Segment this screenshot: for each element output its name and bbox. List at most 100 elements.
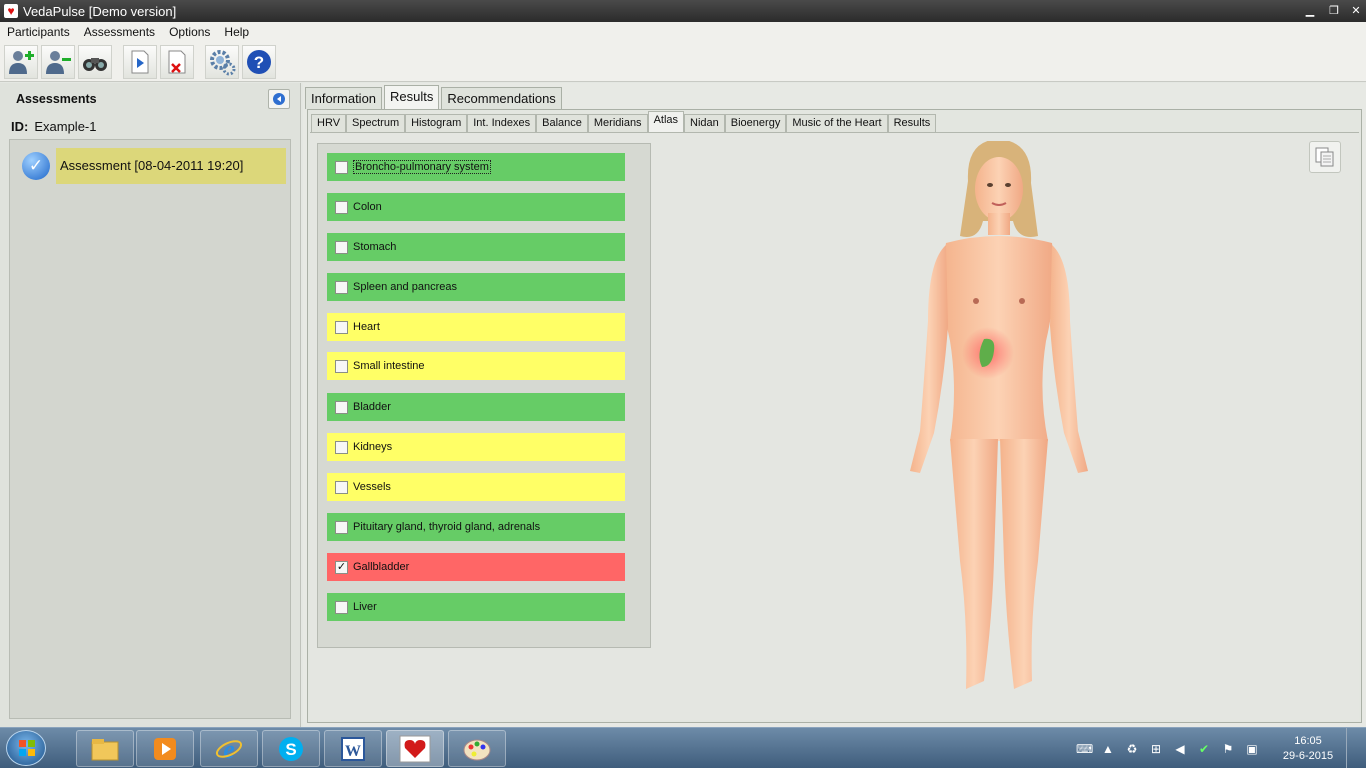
network-check-icon[interactable]: ✔: [1196, 741, 1212, 757]
subtab-results[interactable]: Results: [887, 114, 937, 132]
organ-row-pituitary-thyroid-adrenals[interactable]: Pituitary gland, thyroid gland, adrenals: [327, 513, 625, 541]
organ-label: Spleen and pancreas: [353, 281, 457, 293]
organ-checkbox[interactable]: [335, 240, 348, 254]
subtab-atlas[interactable]: Atlas: [647, 111, 685, 132]
organ-row-kidneys[interactable]: Kidneys: [327, 433, 625, 461]
menu-help[interactable]: Help: [217, 22, 256, 42]
organ-checkbox[interactable]: [335, 320, 348, 334]
binoculars-icon: [83, 57, 107, 71]
title-bar: ♥ VedaPulse [Demo version] ▁ ❐ ✕: [0, 0, 1366, 22]
internet-explorer-icon: e: [215, 735, 243, 764]
vedapulse-heart-icon: ♥: [4, 4, 18, 18]
organ-row-vessels[interactable]: Vessels: [327, 473, 625, 501]
taskbar-vedapulse[interactable]: [386, 730, 444, 767]
subtab-int-indexes[interactable]: Int. Indexes: [467, 114, 537, 132]
help-button[interactable]: ?: [242, 44, 276, 79]
organ-checkbox[interactable]: [335, 440, 348, 454]
organ-row-gallbladder[interactable]: ✓ Gallbladder: [327, 553, 625, 581]
organ-row-stomach[interactable]: Stomach: [327, 233, 625, 261]
taskbar-word[interactable]: W: [324, 730, 382, 767]
windows-flag-icon[interactable]: ⊞: [1148, 741, 1164, 757]
organ-row-liver[interactable]: Liver: [327, 593, 625, 621]
assessments-panel: Assessments ID: Example-1 ✓ Assessment […: [0, 83, 301, 727]
taskbar-media-player[interactable]: [136, 730, 194, 767]
organ-row-broncho-pulmonary[interactable]: Broncho-pulmonary system: [327, 153, 625, 181]
organ-checkbox[interactable]: [335, 200, 348, 214]
copy-image-button[interactable]: [1309, 141, 1341, 173]
menu-options[interactable]: Options: [162, 22, 217, 42]
organ-checkbox[interactable]: [335, 400, 348, 414]
remove-participant-button[interactable]: [41, 44, 75, 79]
start-button[interactable]: [6, 730, 46, 766]
taskbar-skype[interactable]: S: [262, 730, 320, 767]
organ-checkbox[interactable]: [335, 600, 348, 614]
play-document-icon: [131, 50, 149, 73]
main-tabs: Information Results Recommendations: [305, 85, 564, 109]
organ-checkbox-checked[interactable]: ✓: [335, 560, 348, 574]
action-center-flag-icon[interactable]: ⚑: [1220, 741, 1236, 757]
organ-checkbox[interactable]: [335, 160, 348, 174]
taskbar-paint[interactable]: [448, 730, 506, 767]
organ-checkbox[interactable]: [335, 480, 348, 494]
subtab-hrv[interactable]: HRV: [311, 114, 347, 132]
collapse-panel-button[interactable]: [268, 89, 290, 109]
start-assessment-button[interactable]: [123, 44, 157, 79]
subtab-bioenergy[interactable]: Bioenergy: [724, 114, 787, 132]
organ-list: Broncho-pulmonary system Colon Stomach S…: [317, 143, 651, 648]
id-value: Example-1: [34, 118, 97, 134]
word-icon: W: [341, 736, 365, 761]
organ-row-heart[interactable]: Heart: [327, 313, 625, 341]
subtab-meridians[interactable]: Meridians: [587, 114, 648, 132]
svg-text:?: ?: [254, 53, 264, 72]
atlas-pane: Broncho-pulmonary system Colon Stomach S…: [310, 132, 1359, 720]
tab-results[interactable]: Results: [384, 85, 440, 109]
assessment-item[interactable]: ✓ Assessment [08-04-2011 19:20]: [22, 148, 286, 184]
show-desktop-button[interactable]: [1346, 728, 1358, 768]
organ-label: Pituitary gland, thyroid gland, adrenals: [353, 521, 541, 533]
assessment-tree: ✓ Assessment [08-04-2011 19:20]: [9, 139, 291, 719]
toolbar: ?: [0, 42, 1366, 82]
close-button[interactable]: ✕: [1344, 2, 1366, 20]
settings-button[interactable]: [205, 44, 239, 79]
results-sub-tabs: HRV Spectrum Histogram Int. Indexes Bala…: [311, 111, 937, 132]
organ-row-small-intestine[interactable]: Small intestine: [327, 352, 625, 380]
organ-checkbox[interactable]: [335, 520, 348, 534]
add-participant-button[interactable]: [4, 44, 38, 79]
organ-row-bladder[interactable]: Bladder: [327, 393, 625, 421]
subtab-spectrum[interactable]: Spectrum: [346, 114, 406, 132]
usb-device-icon[interactable]: ▣: [1244, 741, 1260, 757]
organ-checkbox[interactable]: [335, 280, 348, 294]
tab-information[interactable]: Information: [305, 87, 383, 109]
subtab-music-of-the-heart[interactable]: Music of the Heart: [786, 114, 888, 132]
delete-assessment-button[interactable]: [160, 44, 194, 79]
taskbar-explorer[interactable]: [76, 730, 134, 767]
svg-text:e: e: [223, 735, 235, 764]
menu-participants[interactable]: Participants: [0, 22, 77, 42]
organ-row-spleen-pancreas[interactable]: Spleen and pancreas: [327, 273, 625, 301]
results-frame: HRV Spectrum Histogram Int. Indexes Bala…: [307, 109, 1362, 723]
svg-text:W: W: [345, 743, 361, 760]
system-tray: ⌨ ▲ ♻ ⊞ ◀ ✔ ⚑ ▣ 16:05 29-6-2015: [1076, 728, 1358, 768]
search-button[interactable]: [78, 44, 112, 79]
subtab-nidan[interactable]: Nidan: [684, 114, 725, 132]
clock[interactable]: 16:05 29-6-2015: [1278, 734, 1338, 764]
recycle-icon[interactable]: ♻: [1124, 741, 1140, 757]
taskbar-internet-explorer[interactable]: e: [200, 730, 258, 767]
show-hidden-icons-icon[interactable]: ▲: [1100, 741, 1116, 757]
subtab-balance[interactable]: Balance: [536, 114, 588, 132]
minimize-button[interactable]: ▁: [1298, 2, 1322, 20]
organ-row-colon[interactable]: Colon: [327, 193, 625, 221]
organ-label: Colon: [353, 201, 382, 213]
id-label: ID:: [11, 118, 29, 134]
organ-label: Vessels: [353, 481, 391, 493]
organ-checkbox[interactable]: [335, 359, 348, 373]
maximize-button[interactable]: ❐: [1322, 2, 1346, 20]
windows-logo-icon: [19, 740, 35, 756]
volume-icon[interactable]: ◀: [1172, 741, 1188, 757]
keyboard-icon[interactable]: ⌨: [1076, 741, 1093, 757]
tab-recommendations[interactable]: Recommendations: [441, 87, 562, 109]
subtab-histogram[interactable]: Histogram: [405, 114, 468, 132]
arrow-left-icon: [273, 93, 285, 105]
skype-icon: S: [279, 736, 303, 761]
menu-assessments[interactable]: Assessments: [77, 22, 162, 42]
